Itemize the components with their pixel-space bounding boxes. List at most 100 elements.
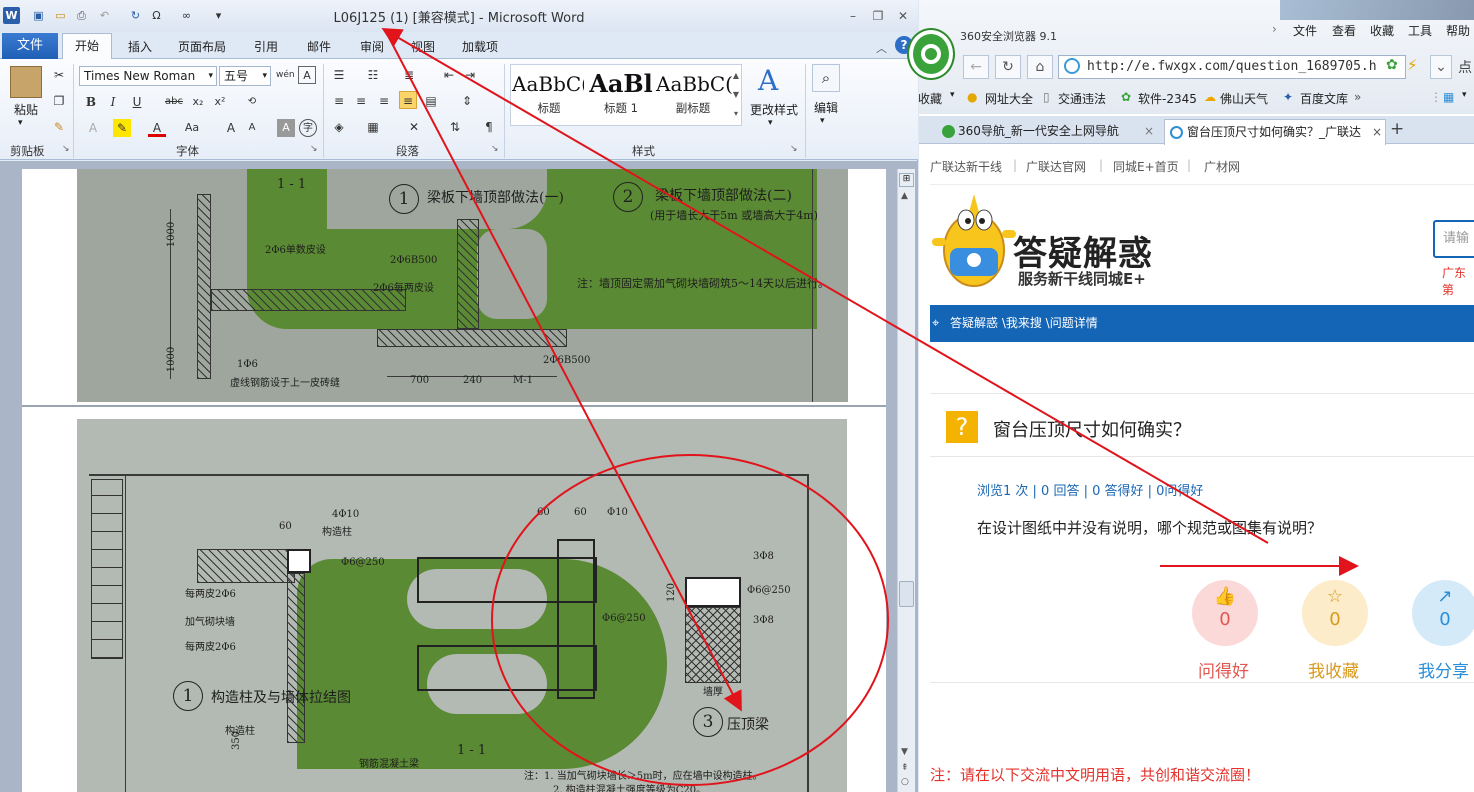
apps-icon[interactable]: ▦	[1443, 90, 1454, 104]
cut-icon[interactable]: ✂	[50, 66, 68, 84]
highlight-icon[interactable]: ✎	[113, 119, 131, 137]
minimize-button[interactable]: –	[844, 8, 862, 24]
phonetic-guide-icon[interactable]: wén	[276, 66, 295, 84]
close-button[interactable]: ✕	[894, 8, 912, 24]
tab-mailings[interactable]: 邮件	[297, 36, 341, 59]
chevron-down-icon[interactable]: ▾	[1462, 90, 1467, 100]
refresh-button[interactable]: ↻	[995, 55, 1021, 79]
more-favorites-icon[interactable]: »	[1354, 90, 1361, 104]
fav-site-nav[interactable]: 网址大全	[985, 90, 1033, 107]
mascot-logo-icon[interactable]	[932, 190, 1016, 290]
ruler-toggle-icon[interactable]: ⊞	[899, 173, 914, 187]
grow-font-icon[interactable]: A	[222, 119, 240, 137]
vertical-scrollbar[interactable]: ⊞ ▲ ▼ ⇞ ○	[897, 169, 915, 792]
previous-page-icon[interactable]: ⇞	[901, 763, 909, 773]
change-case-icon[interactable]: Aa	[183, 119, 201, 137]
underline-icon[interactable]: U	[128, 93, 146, 111]
speed-icon[interactable]: ⚡	[1407, 56, 1418, 74]
site-search-input[interactable]: 请输入	[1433, 220, 1474, 258]
font-name-combo[interactable]: Times New Roman ▾	[79, 66, 217, 86]
text-effects-icon[interactable]: A	[84, 119, 102, 137]
change-styles-icon[interactable]: A	[758, 64, 778, 97]
show-marks-icon[interactable]: ¶	[480, 118, 498, 136]
italic-icon[interactable]: I	[104, 93, 122, 111]
clear-format-icon[interactable]: ⟲	[243, 93, 261, 111]
address-bar[interactable]: http://e.fwxgx.com/question_1689705.h	[1058, 55, 1406, 79]
align-left-icon[interactable]: ≡	[330, 92, 348, 110]
tab-references[interactable]: 引用	[244, 36, 288, 59]
paste-dropdown-icon[interactable]: ▾	[18, 118, 23, 128]
link-glodon-newline[interactable]: 广联达新干线	[930, 158, 1002, 175]
paragraph-launcher-icon[interactable]: ↘	[491, 144, 499, 154]
tab-review[interactable]: 审阅	[350, 36, 394, 59]
tab-view[interactable]: 视图	[401, 36, 445, 59]
borders-icon[interactable]: ▦	[364, 118, 382, 136]
share-label[interactable]: 我分享	[1418, 657, 1469, 682]
share-button[interactable]: ↗ 0	[1412, 580, 1474, 646]
line-spacing-icon[interactable]: ⇕	[458, 92, 476, 110]
close-tab-icon[interactable]: ×	[1370, 120, 1385, 144]
menu-file[interactable]: 文件	[1293, 22, 1317, 39]
browser-logo-icon[interactable]	[909, 30, 953, 78]
bullets-icon[interactable]: ☰	[330, 66, 348, 84]
justify-icon[interactable]: ≡	[399, 91, 417, 109]
menu-help[interactable]: 帮助	[1446, 22, 1470, 39]
fav-software[interactable]: 软件-2345	[1138, 90, 1197, 107]
char-shading-icon[interactable]: A	[277, 119, 295, 137]
tab-insert[interactable]: 插入	[118, 36, 162, 59]
enclose-char-icon[interactable]: 字	[299, 119, 317, 137]
paste-icon[interactable]	[10, 66, 42, 98]
close-tab-icon[interactable]: ×	[1144, 119, 1154, 143]
strikethrough-icon[interactable]: abc	[165, 93, 183, 111]
style-heading1[interactable]: AaBl 标题 1	[584, 66, 658, 124]
tab-question[interactable]: 窗台压顶尺寸如何确实？_广联达 ×	[1164, 119, 1386, 145]
styles-launcher-icon[interactable]: ↘	[790, 144, 798, 154]
fav-weather[interactable]: 佛山天气	[1220, 90, 1268, 107]
menu-view[interactable]: 查看	[1332, 22, 1356, 39]
scroll-up-icon[interactable]: ▲	[901, 191, 908, 201]
font-size-combo[interactable]: 五号 ▾	[219, 66, 271, 86]
chevron-down-icon[interactable]: ▾	[950, 90, 955, 100]
change-styles-dropdown-icon[interactable]: ▾	[768, 118, 773, 128]
decrease-indent-icon[interactable]: ⇤	[440, 66, 458, 84]
char-border-icon[interactable]: A	[298, 66, 316, 84]
good-question-button[interactable]: 👍 0	[1192, 580, 1258, 646]
find-icon[interactable]: ⌕	[812, 64, 840, 92]
menu-favorites[interactable]: 收藏	[1370, 22, 1394, 39]
back-button[interactable]: ←	[963, 55, 989, 79]
link-materials[interactable]: 广材网	[1204, 158, 1240, 175]
tab-360-nav[interactable]: 360导航_新一代安全上网导航 ×	[936, 119, 1162, 145]
tab-addins[interactable]: 加载项	[452, 36, 508, 59]
clipboard-launcher-icon[interactable]: ↘	[62, 144, 70, 154]
good-question-label[interactable]: 问得好	[1198, 657, 1249, 682]
shrink-font-icon[interactable]: A	[243, 119, 261, 137]
styles-scroll[interactable]: ▲ ▼ ▾	[730, 66, 742, 124]
scroll-thumb[interactable]	[899, 581, 914, 607]
distributed-icon[interactable]: ▤	[422, 92, 440, 110]
search-icon[interactable]: 点	[1458, 57, 1472, 77]
chinese-layout-icon[interactable]: ✕	[405, 118, 423, 136]
edit-button[interactable]: 编辑	[810, 99, 842, 116]
tab-file[interactable]: 文件	[2, 33, 58, 59]
chevron-right-icon[interactable]: ›	[1272, 22, 1277, 36]
home-button[interactable]: ⌂	[1027, 55, 1053, 79]
change-styles-button[interactable]: 更改样式	[748, 101, 800, 118]
paste-button[interactable]: 粘贴	[8, 101, 44, 118]
sort-icon[interactable]: ⇅	[446, 118, 464, 136]
reload-icon[interactable]: ✿	[1386, 57, 1398, 73]
favorite-button[interactable]: ☆ 0	[1302, 580, 1368, 646]
copy-icon[interactable]: ❐	[50, 92, 68, 110]
shading-icon[interactable]: ◈	[330, 118, 348, 136]
multilevel-list-icon[interactable]: ≣	[400, 66, 418, 84]
numbering-icon[interactable]: ☷	[364, 66, 382, 84]
increase-indent-icon[interactable]: ⇥	[461, 66, 479, 84]
tab-page-layout[interactable]: 页面布局	[168, 36, 236, 59]
menu-tools[interactable]: 工具	[1408, 22, 1432, 39]
subscript-icon[interactable]: x₂	[189, 93, 207, 111]
collapse-ribbon-icon[interactable]: ︿	[876, 40, 887, 56]
font-launcher-icon[interactable]: ↘	[310, 144, 318, 154]
link-e-plus-home[interactable]: 同城E+首页	[1113, 158, 1179, 175]
address-dropdown-button[interactable]: ⌄	[1430, 55, 1452, 79]
link-glodon-official[interactable]: 广联达官网	[1026, 158, 1086, 175]
align-center-icon[interactable]: ≡	[352, 92, 370, 110]
